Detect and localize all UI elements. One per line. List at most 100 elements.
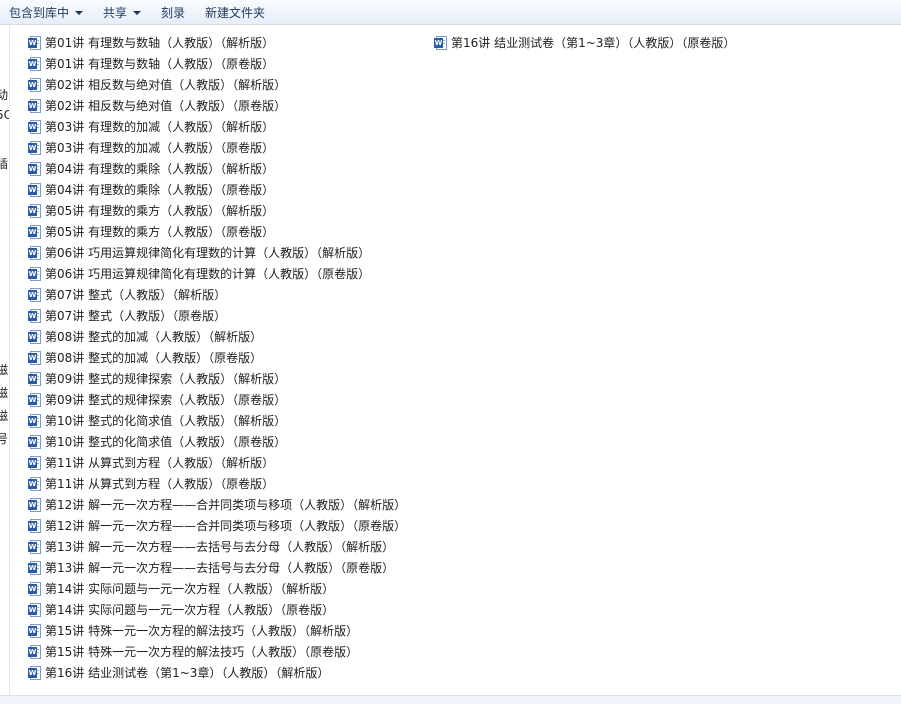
word-document-icon: W [28, 182, 41, 197]
new-folder-label: 新建文件夹 [205, 5, 266, 20]
word-badge: W [28, 331, 37, 342]
file-item[interactable]: W 第05讲 有理数的乘方（人教版）（解析版） [28, 200, 406, 221]
word-badge: W [28, 604, 37, 615]
file-item[interactable]: W 第03讲 有理数的加减（人教版）（解析版） [28, 116, 406, 137]
word-document-icon: W [28, 602, 41, 617]
navigation-pane[interactable]: 动 5C 插 磁 磁 磁 号 [0, 25, 10, 695]
file-name: 第04讲 有理数的乘除（人教版）（解析版） [45, 162, 275, 176]
file-item[interactable]: W 第16讲 结业测试卷（第1~3章）（人教版）（解析版） [28, 662, 406, 683]
nav-item-fragment[interactable]: 5C [0, 108, 9, 122]
nav-item-fragment[interactable]: 磁 [0, 384, 8, 401]
file-item[interactable]: W 第08讲 整式的加减（人教版）（原卷版） [28, 347, 406, 368]
word-badge: W [28, 226, 37, 237]
burn-button[interactable]: 刻录 [151, 1, 195, 23]
word-document-icon: W [28, 665, 41, 680]
file-item[interactable]: W 第13讲 解一元一次方程——去括号与去分母（人教版）（解析版） [28, 536, 406, 557]
word-badge: W [28, 289, 37, 300]
file-item[interactable]: W 第11讲 从算式到方程（人教版）（解析版） [28, 452, 406, 473]
file-item[interactable]: W 第04讲 有理数的乘除（人教版）（原卷版） [28, 179, 406, 200]
file-list[interactable]: W 第01讲 有理数与数轴（人教版）（解析版） W 第01讲 有理数与数轴（人教版）（… [10, 25, 901, 695]
file-item[interactable]: W 第02讲 相反数与绝对值（人教版）（解析版） [28, 74, 406, 95]
file-item[interactable]: W 第11讲 从算式到方程（人教版）（原卷版） [28, 473, 406, 494]
file-item[interactable]: W 第09讲 整式的规律探索（人教版）（解析版） [28, 368, 406, 389]
word-badge: W [28, 58, 37, 69]
file-item[interactable]: W 第05讲 有理数的乘方（人教版）（原卷版） [28, 221, 406, 242]
file-name: 第16讲 结业测试卷（第1~3章）（人教版）（原卷版） [451, 36, 736, 50]
file-name: 第15讲 特殊一元一次方程的解法技巧（人教版）（原卷版） [45, 645, 359, 659]
nav-item-fragment[interactable]: 插 [0, 155, 8, 172]
word-badge: W [28, 499, 37, 510]
word-document-icon: W [28, 644, 41, 659]
file-item[interactable]: W 第03讲 有理数的加减（人教版）（原卷版） [28, 137, 406, 158]
file-name: 第14讲 实际问题与一元一次方程（人教版）（解析版） [45, 582, 335, 596]
file-item[interactable]: W 第01讲 有理数与数轴（人教版）（解析版） [28, 32, 406, 53]
word-badge: W [28, 79, 37, 90]
command-bar: 包含到库中 共享 刻录 新建文件夹 [0, 0, 901, 25]
word-document-icon: W [28, 581, 41, 596]
file-item[interactable]: W 第08讲 整式的加减（人教版）（解析版） [28, 326, 406, 347]
file-item[interactable]: W 第15讲 特殊一元一次方程的解法技巧（人教版）（解析版） [28, 620, 406, 641]
file-item[interactable]: W 第12讲 解一元一次方程——合并同类项与移项（人教版）（原卷版） [28, 515, 406, 536]
file-item[interactable]: W 第06讲 巧用运算规律简化有理数的计算（人教版）（原卷版） [28, 263, 406, 284]
word-badge: W [28, 562, 37, 573]
file-name: 第01讲 有理数与数轴（人教版）（解析版） [45, 36, 275, 50]
nav-item-fragment[interactable]: 号 [0, 430, 8, 447]
new-folder-button[interactable]: 新建文件夹 [195, 1, 275, 23]
word-document-icon: W [28, 539, 41, 554]
burn-label: 刻录 [161, 5, 186, 20]
word-document-icon: W [28, 98, 41, 113]
word-badge: W [28, 205, 37, 216]
word-badge: W [28, 37, 37, 48]
include-in-library-button[interactable]: 包含到库中 [0, 1, 93, 23]
word-document-icon: W [28, 497, 41, 512]
file-item[interactable]: W 第10讲 整式的化简求值（人教版）（解析版） [28, 410, 406, 431]
word-badge: W [28, 646, 37, 657]
file-name: 第12讲 解一元一次方程——合并同类项与移项（人教版）（解析版） [45, 498, 407, 512]
file-item[interactable]: W 第15讲 特殊一元一次方程的解法技巧（人教版）（原卷版） [28, 641, 406, 662]
word-badge: W [28, 436, 37, 447]
word-document-icon: W [28, 329, 41, 344]
share-button[interactable]: 共享 [93, 1, 151, 23]
file-name: 第05讲 有理数的乘方（人教版）（解析版） [45, 204, 275, 218]
word-document-icon: W [28, 77, 41, 92]
word-document-icon: W [28, 245, 41, 260]
nav-item-fragment[interactable]: 动 [0, 86, 8, 103]
file-item[interactable]: W 第02讲 相反数与绝对值（人教版）（原卷版） [28, 95, 406, 116]
word-document-icon: W [28, 455, 41, 470]
word-document-icon: W [28, 350, 41, 365]
word-badge: W [28, 520, 37, 531]
file-item[interactable]: W 第09讲 整式的规律探索（人教版）（原卷版） [28, 389, 406, 410]
word-badge: W [28, 394, 37, 405]
file-name: 第06讲 巧用运算规律简化有理数的计算（人教版）（解析版） [45, 246, 371, 260]
file-item[interactable]: W 第07讲 整式（人教版）（原卷版） [28, 305, 406, 326]
share-label: 共享 [103, 5, 128, 20]
word-badge: W [28, 142, 37, 153]
file-item[interactable]: W 第10讲 整式的化简求值（人教版）（原卷版） [28, 431, 406, 452]
file-name: 第08讲 整式的加减（人教版）（解析版） [45, 330, 263, 344]
file-item[interactable]: W 第04讲 有理数的乘除（人教版）（解析版） [28, 158, 406, 179]
word-badge: W [28, 415, 37, 426]
file-item[interactable]: W 第06讲 巧用运算规律简化有理数的计算（人教版）（解析版） [28, 242, 406, 263]
file-column-2: W 第16讲 结业测试卷（第1~3章）（人教版）（原卷版） [434, 32, 735, 53]
word-document-icon: W [28, 308, 41, 323]
file-item[interactable]: W 第16讲 结业测试卷（第1~3章）（人教版）（原卷版） [434, 32, 735, 53]
file-name: 第03讲 有理数的加减（人教版）（原卷版） [45, 141, 275, 155]
chevron-down-icon [75, 10, 84, 15]
file-item[interactable]: W 第14讲 实际问题与一元一次方程（人教版）（原卷版） [28, 599, 406, 620]
word-badge: W [28, 457, 37, 468]
nav-item-fragment[interactable]: 磁 [0, 361, 8, 378]
file-item[interactable]: W 第01讲 有理数与数轴（人教版）（原卷版） [28, 53, 406, 74]
file-name: 第02讲 相反数与绝对值（人教版）（原卷版） [45, 99, 287, 113]
nav-item-fragment[interactable]: 磁 [0, 407, 8, 424]
file-name: 第07讲 整式（人教版）（原卷版） [45, 309, 227, 323]
file-item[interactable]: W 第12讲 解一元一次方程——合并同类项与移项（人教版）（解析版） [28, 494, 406, 515]
word-document-icon: W [28, 35, 41, 50]
file-name: 第16讲 结业测试卷（第1~3章）（人教版）（解析版） [45, 666, 330, 680]
file-name: 第10讲 整式的化简求值（人教版）（原卷版） [45, 435, 287, 449]
file-item[interactable]: W 第14讲 实际问题与一元一次方程（人教版）（解析版） [28, 578, 406, 599]
word-document-icon: W [434, 35, 447, 50]
file-item[interactable]: W 第13讲 解一元一次方程——去括号与去分母（人教版）（原卷版） [28, 557, 406, 578]
word-badge: W [28, 184, 37, 195]
word-badge: W [28, 667, 37, 678]
file-item[interactable]: W 第07讲 整式（人教版）（解析版） [28, 284, 406, 305]
